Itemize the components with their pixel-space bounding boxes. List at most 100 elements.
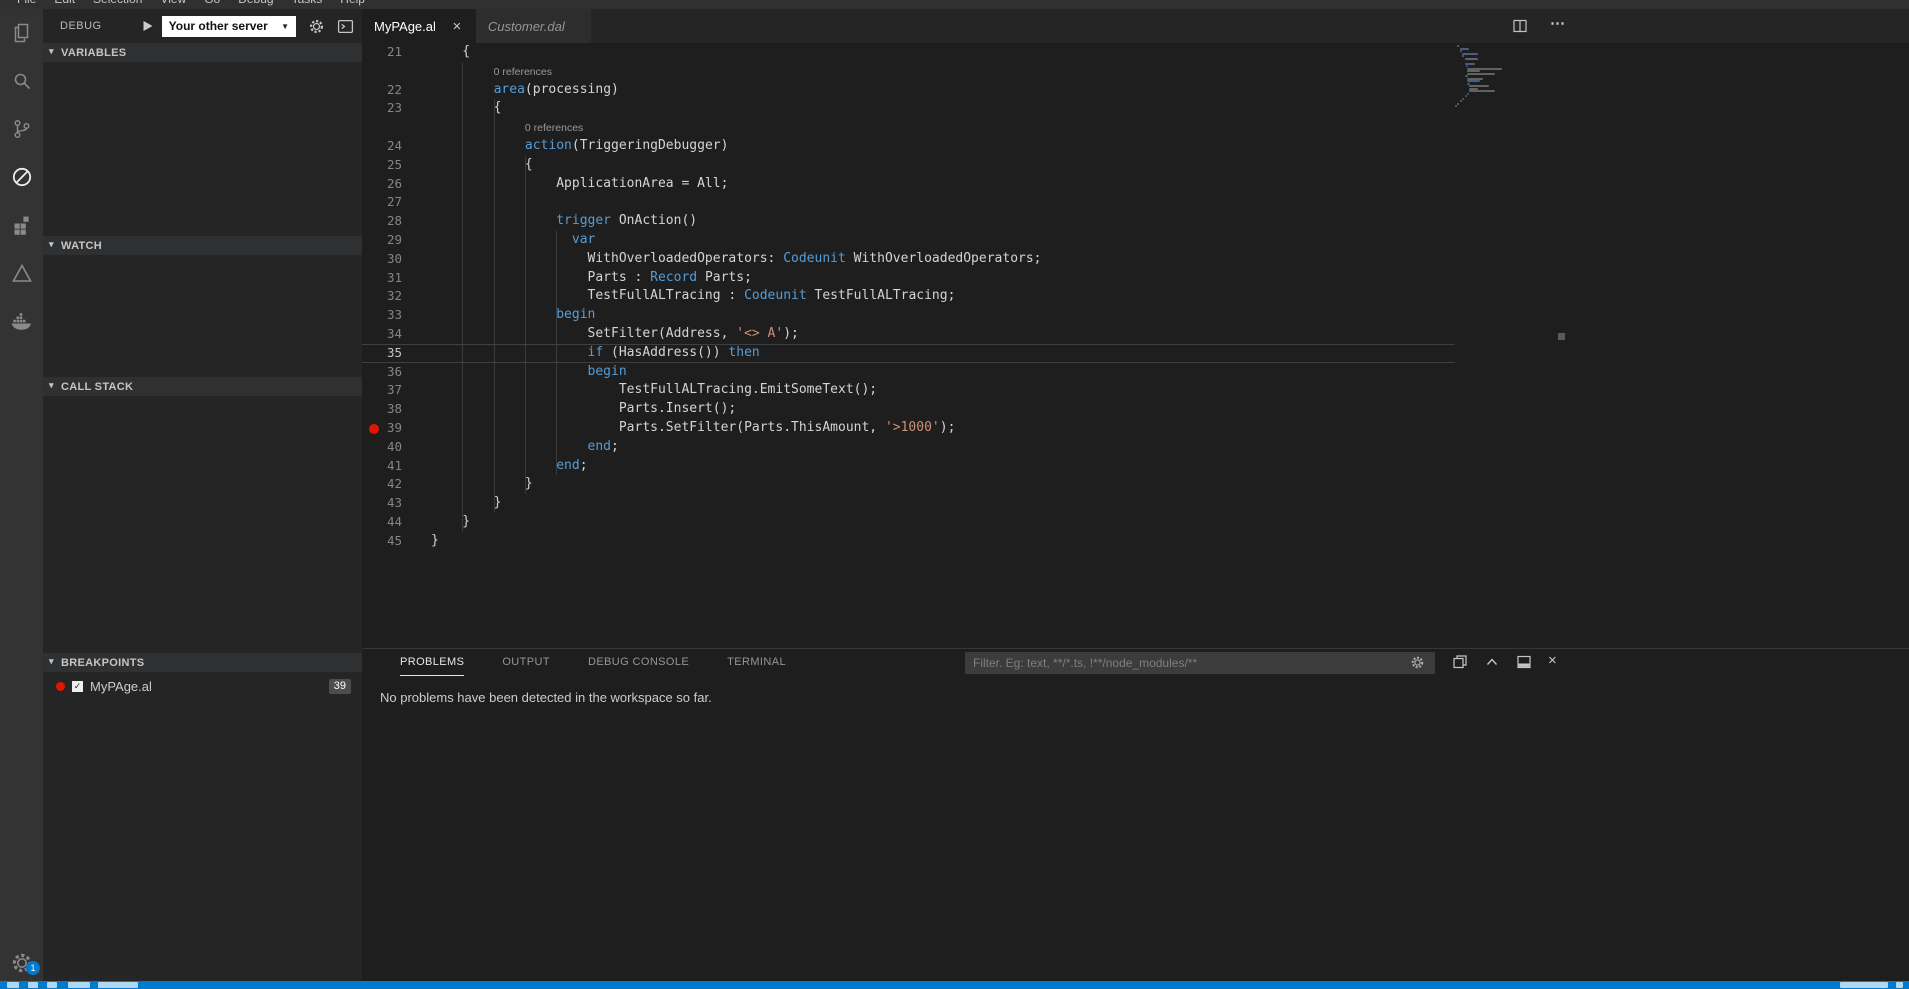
code-editor[interactable]: 21{0 references22area(processing)23{0 re… [362,43,1909,648]
breakpoint-checkbox[interactable]: ✓ [72,681,83,692]
code-text[interactable]: end; [431,457,588,476]
panel-tab-debug-console[interactable]: DEBUG CONSOLE [588,649,689,676]
code-line-28[interactable]: 28trigger OnAction() [362,212,1455,231]
close-panel-button[interactable]: × [1548,652,1557,669]
code-text[interactable]: WithOverloadedOperators: Codeunit WithOv… [431,250,1042,269]
status-item[interactable] [68,982,90,988]
configure-launch-button[interactable] [308,18,325,35]
gutter-line-25[interactable]: 25 [362,156,431,175]
code-text[interactable]: action(TriggeringDebugger) [431,137,728,156]
panel-tab-terminal[interactable]: TERMINAL [727,649,786,676]
code-line-40[interactable]: 40end; [362,438,1455,457]
activity-item-search[interactable] [0,57,43,105]
gutter-line-22[interactable]: 22 [362,81,431,100]
more-actions-button[interactable]: ⋯ [1550,14,1565,32]
problems-filter-input[interactable] [965,652,1435,674]
activity-item-debug[interactable] [0,153,43,201]
code-line-22[interactable]: 22area(processing) [362,81,1455,100]
code-text[interactable]: begin [431,363,627,382]
code-text[interactable]: trigger OnAction() [431,212,697,231]
code-line-23[interactable]: 23{ [362,99,1455,118]
gutter-line-24[interactable]: 24 [362,137,431,156]
gutter-line-38[interactable]: 38 [362,400,431,419]
open-panes-button[interactable] [1452,654,1468,675]
code-text[interactable]: end; [431,438,619,457]
activity-item-explorer[interactable] [0,9,43,57]
gutter-line-34[interactable]: 34 [362,325,431,344]
code-text[interactable]: area(processing) [431,81,619,100]
code-line-41[interactable]: 41end; [362,457,1455,476]
breakpoint-item[interactable]: ✓MyPAge.al39 [43,675,362,697]
codelens-references[interactable]: 0 references [362,118,1455,137]
code-line-21[interactable]: 21{ [362,43,1455,62]
code-text[interactable]: } [431,513,470,532]
menu-file[interactable]: File [8,0,45,9]
code-line-25[interactable]: 25{ [362,156,1455,175]
activity-item-extensions[interactable] [0,201,43,249]
status-item[interactable] [1840,982,1888,988]
code-line-44[interactable]: 44} [362,513,1455,532]
activity-item-manage[interactable]: 1 [0,951,43,975]
code-text[interactable]: var [431,231,595,250]
status-item[interactable] [47,982,57,988]
gutter-line-36[interactable]: 36 [362,363,431,382]
code-line-24[interactable]: 24action(TriggeringDebugger) [362,137,1455,156]
panel-tab-output[interactable]: OUTPUT [502,649,550,676]
code-line-34[interactable]: 34SetFilter(Address, '<> A'); [362,325,1455,344]
gutter-line-30[interactable]: 30 [362,250,431,269]
gutter-line-39[interactable]: 39 [362,419,431,438]
code-line-36[interactable]: 36begin [362,363,1455,382]
code-text[interactable]: TestFullALTracing.EmitSomeText(); [431,381,877,400]
debug-console-button[interactable] [337,18,354,35]
gutter-line-44[interactable]: 44 [362,513,431,532]
breakpoint-icon[interactable] [369,424,379,434]
code-line-30[interactable]: 30WithOverloadedOperators: Codeunit With… [362,250,1455,269]
activity-item-al-extension[interactable] [0,249,43,297]
gutter-line-21[interactable]: 21 [362,43,431,62]
code-text[interactable]: ApplicationArea = All; [431,175,728,194]
menu-selection[interactable]: Selection [84,0,151,9]
gutter-line-28[interactable]: 28 [362,212,431,231]
code-text[interactable]: Parts.SetFilter(Parts.ThisAmount, '>1000… [431,419,955,438]
gutter-line-40[interactable]: 40 [362,438,431,457]
menu-help[interactable]: Help [331,0,374,9]
code-line-38[interactable]: 38Parts.Insert(); [362,400,1455,419]
gutter-line-32[interactable]: 32 [362,287,431,306]
code-text[interactable]: { [431,43,470,62]
status-item[interactable] [1896,982,1903,988]
code-line-43[interactable]: 43} [362,494,1455,513]
gutter-line-37[interactable]: 37 [362,381,431,400]
menu-view[interactable]: View [151,0,195,9]
gutter-line-29[interactable]: 29 [362,231,431,250]
section-header-breakpoints[interactable]: ▾ BREAKPOINTS [43,653,362,672]
close-icon[interactable]: × [450,18,464,35]
code-line-39[interactable]: 39Parts.SetFilter(Parts.ThisAmount, '>10… [362,419,1455,438]
gutter-line-35[interactable]: 35 [362,344,431,363]
code-text[interactable]: } [431,532,439,551]
maximize-panel-button[interactable] [1484,654,1500,675]
code-line-29[interactable]: 29var [362,231,1455,250]
section-header-watch[interactable]: ▾ WATCH [43,236,362,255]
menu-go[interactable]: Go [195,0,229,9]
code-text[interactable]: { [431,156,533,175]
minimap[interactable] [1455,45,1517,108]
code-line-32[interactable]: 32TestFullALTracing : Codeunit TestFullA… [362,287,1455,306]
tab-mypage-al[interactable]: MyPAge.al× [362,9,476,43]
code-text[interactable]: { [431,99,501,118]
code-text[interactable]: Parts.Insert(); [431,400,736,419]
codelens-references[interactable]: 0 references [362,62,1455,81]
code-text[interactable]: SetFilter(Address, '<> A'); [431,325,799,344]
code-text[interactable]: begin [431,306,595,325]
gutter-line-23[interactable]: 23 [362,99,431,118]
code-text[interactable]: if (HasAddress()) then [431,344,760,363]
code-line-37[interactable]: 37TestFullALTracing.EmitSomeText(); [362,381,1455,400]
code-text[interactable]: } [431,475,533,494]
code-line-33[interactable]: 33begin [362,306,1455,325]
debug-config-dropdown[interactable]: Your other server ▼ [162,16,296,37]
menu-debug[interactable]: Debug [229,0,282,9]
code-text[interactable]: TestFullALTracing : Codeunit TestFullALT… [431,287,955,306]
filter-icon[interactable] [1410,655,1425,675]
status-item[interactable] [98,982,138,988]
gutter-line-31[interactable]: 31 [362,269,431,288]
start-debug-button[interactable] [140,19,154,33]
